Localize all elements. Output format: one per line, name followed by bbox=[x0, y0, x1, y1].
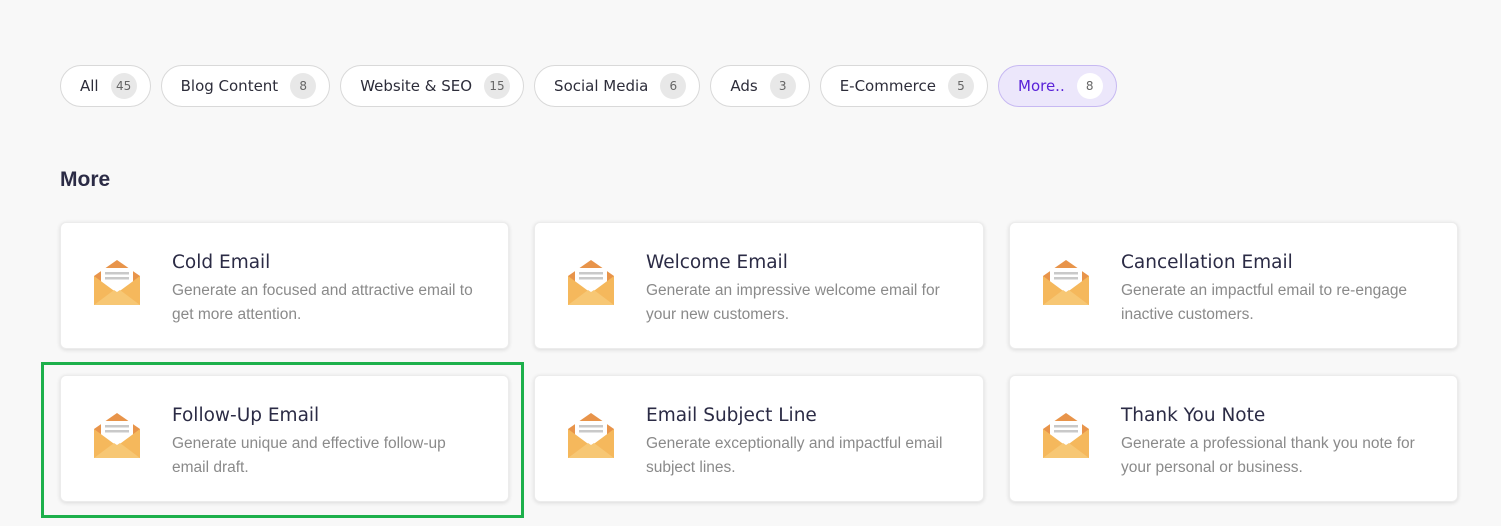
filter-count-badge: 6 bbox=[660, 73, 687, 99]
filter-count-badge: 15 bbox=[484, 73, 511, 99]
filter-label: All bbox=[80, 77, 99, 95]
card-description: Generate an focused and attractive email… bbox=[172, 282, 473, 323]
template-card-follow-up-email[interactable]: Follow-Up Email Generate unique and effe… bbox=[60, 375, 509, 502]
template-card-welcome-email[interactable]: Welcome Email Generate an impressive wel… bbox=[534, 222, 984, 349]
filter-label: Ads bbox=[730, 77, 758, 95]
card-title: Cold Email bbox=[172, 252, 271, 273]
filter-count-badge: 45 bbox=[110, 73, 137, 99]
card-title: Email Subject Line bbox=[646, 405, 817, 426]
card-title: Cancellation Email bbox=[1121, 252, 1293, 273]
filter-count-badge: 5 bbox=[948, 73, 974, 99]
filter-label: E-Commerce bbox=[839, 77, 936, 95]
filter-all[interactable]: All 45 bbox=[60, 65, 151, 107]
envelope-icon bbox=[1041, 257, 1091, 307]
section-title: More bbox=[60, 168, 111, 191]
filter-blog-content[interactable]: Blog Content 8 bbox=[160, 65, 331, 107]
card-description: Generate unique and effective follow-up … bbox=[172, 435, 446, 476]
envelope-icon bbox=[566, 257, 616, 307]
card-title: Thank You Note bbox=[1121, 405, 1266, 426]
card-title: Welcome Email bbox=[646, 252, 788, 273]
envelope-icon bbox=[1041, 410, 1091, 460]
card-description: Generate exceptionally and impactful ema… bbox=[646, 435, 943, 476]
filter-ads[interactable]: Ads 3 bbox=[710, 65, 810, 107]
envelope-icon bbox=[92, 410, 142, 460]
envelope-icon bbox=[566, 410, 616, 460]
template-card-cancellation-email[interactable]: Cancellation Email Generate an impactful… bbox=[1009, 222, 1458, 349]
template-card-cold-email[interactable]: Cold Email Generate an focused and attra… bbox=[60, 222, 509, 349]
filter-label: More.. bbox=[1018, 77, 1065, 95]
filter-count-badge: 3 bbox=[769, 73, 796, 99]
filter-more[interactable]: More.. 8 bbox=[998, 65, 1117, 107]
card-description: Generate an impactful email to re-engage… bbox=[1121, 282, 1408, 323]
card-title: Follow-Up Email bbox=[172, 405, 320, 426]
filter-count-badge: 8 bbox=[1076, 73, 1103, 99]
filter-label: Social Media bbox=[554, 77, 649, 95]
filter-website-seo[interactable]: Website & SEO 15 bbox=[340, 65, 525, 107]
filter-label: Website & SEO bbox=[360, 77, 473, 95]
category-filter-bar: All 45 Blog Content 8 Website & SEO 15 S… bbox=[60, 65, 1117, 107]
envelope-icon bbox=[92, 257, 142, 307]
filter-label: Blog Content bbox=[180, 77, 279, 95]
template-card-thank-you-note[interactable]: Thank You Note Generate a professional t… bbox=[1009, 375, 1458, 502]
template-card-email-subject-line[interactable]: Email Subject Line Generate exceptionall… bbox=[534, 375, 984, 502]
filter-e-commerce[interactable]: E-Commerce 5 bbox=[819, 65, 988, 107]
card-description: Generate an impressive welcome email for… bbox=[646, 282, 940, 323]
filter-count-badge: 8 bbox=[290, 73, 317, 99]
card-description: Generate a professional thank you note f… bbox=[1121, 435, 1415, 476]
template-card-grid: Cold Email Generate an focused and attra… bbox=[60, 222, 1458, 502]
filter-social-media[interactable]: Social Media 6 bbox=[534, 65, 701, 107]
